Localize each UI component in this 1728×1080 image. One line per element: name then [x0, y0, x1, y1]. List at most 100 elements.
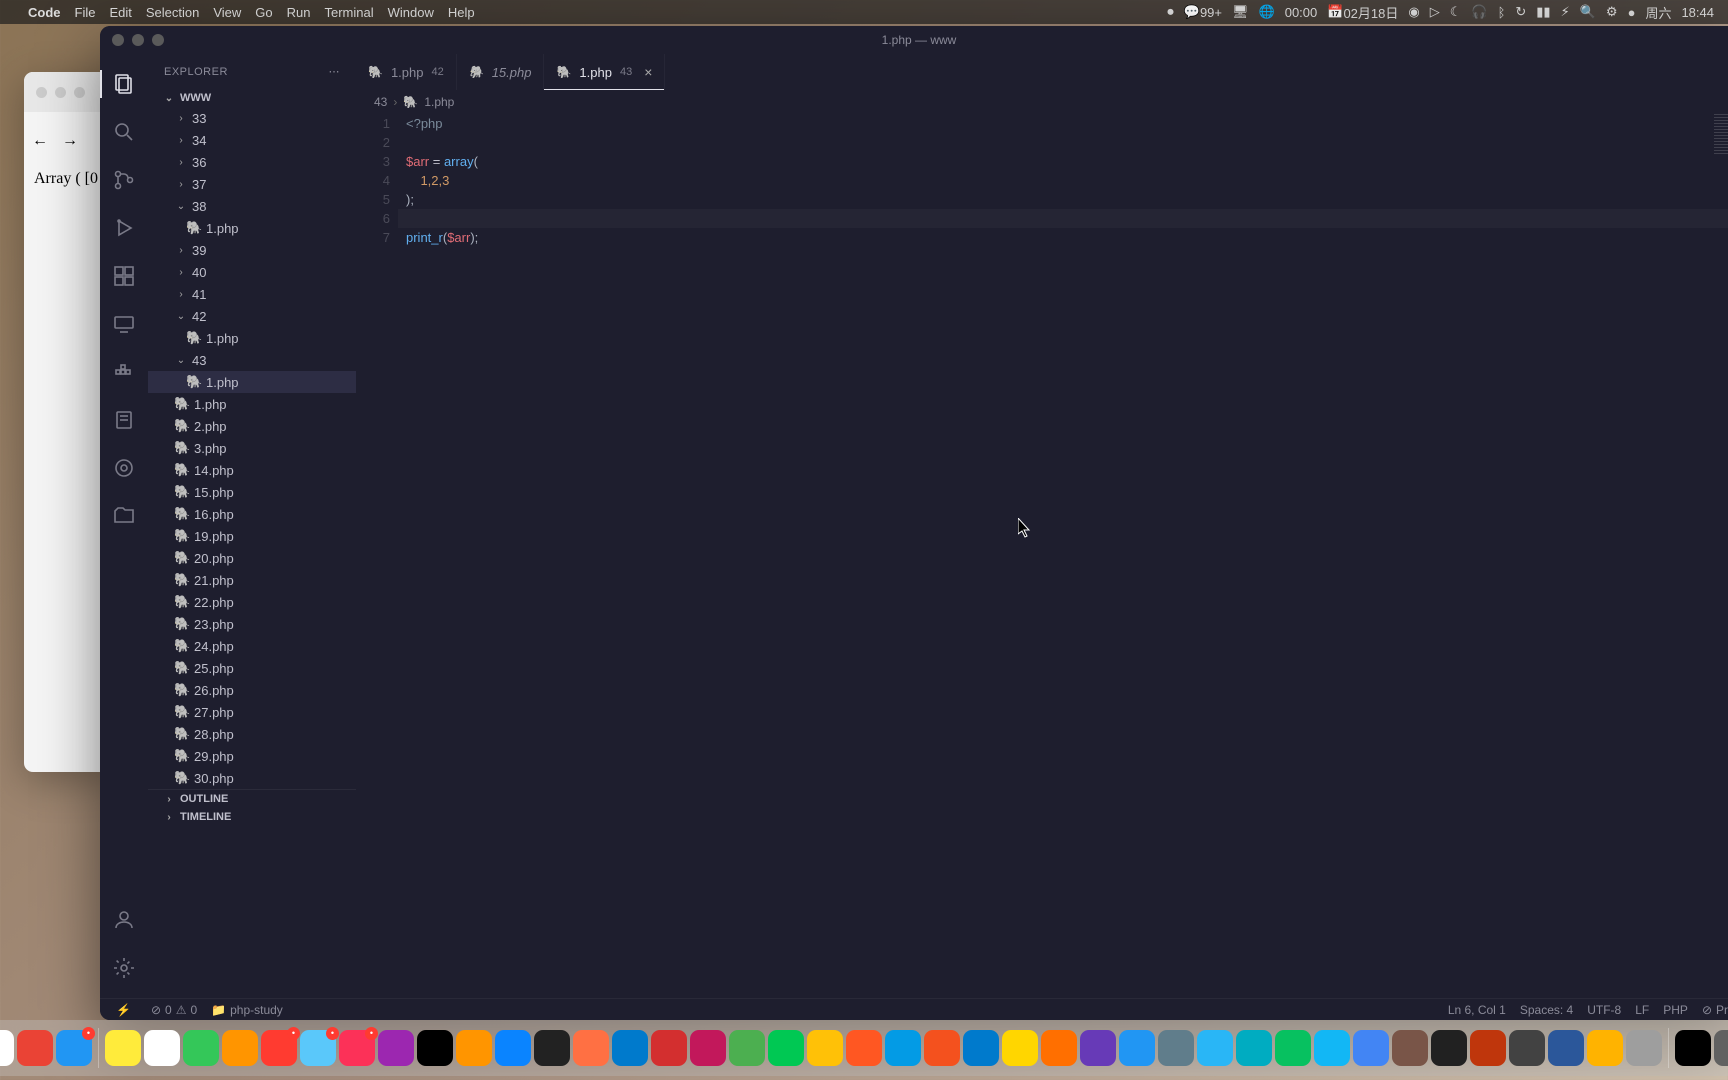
folder-41[interactable]: ›41 [148, 283, 356, 305]
activity-scm[interactable] [100, 160, 148, 200]
dock-word-icon[interactable] [1548, 1030, 1584, 1066]
tab-1php-42[interactable]: 🐘 1.php 42 [356, 54, 457, 90]
folder-39[interactable]: ›39 [148, 239, 356, 261]
activity-project[interactable] [100, 496, 148, 536]
menu-selection[interactable]: Selection [146, 5, 199, 20]
file-root-29-php[interactable]: 🐘29.php [148, 745, 356, 767]
browser-close-icon[interactable] [36, 87, 47, 98]
dock-z-icon[interactable] [1119, 1030, 1155, 1066]
folder-40[interactable]: ›40 [148, 261, 356, 283]
dock-brave-icon[interactable] [924, 1030, 960, 1066]
tab-close-icon[interactable]: × [644, 64, 652, 80]
status-encoding[interactable]: UTF-8 [1587, 1003, 1621, 1017]
file-root-27-php[interactable]: 🐘27.php [148, 701, 356, 723]
breadcrumb-folder[interactable]: 43 [374, 95, 387, 109]
dock-dark2-icon[interactable] [1509, 1030, 1545, 1066]
menu-help[interactable]: Help [448, 5, 475, 20]
dock-reminders-icon[interactable]: • [261, 1030, 297, 1066]
timeline-section[interactable]: ›TIMELINE [148, 808, 356, 826]
dock-music-icon[interactable]: • [339, 1030, 375, 1066]
status-errors[interactable]: ⊘ 0 ⚠ 0 [151, 1003, 197, 1017]
activity-search[interactable] [100, 112, 148, 152]
code-content[interactable]: <?php $arr = array( 1,2,3 ); print_r($ar… [406, 114, 1728, 998]
dock-firefox-icon[interactable] [573, 1030, 609, 1066]
status-eol[interactable]: LF [1635, 1003, 1649, 1017]
file-root-3-php[interactable]: 🐘3.php [148, 437, 356, 459]
menu-go[interactable]: Go [255, 5, 272, 20]
file-root-1-php[interactable]: 🐘1.php [148, 393, 356, 415]
dock-camera-icon[interactable] [807, 1030, 843, 1066]
dock-opera-icon[interactable] [846, 1030, 882, 1066]
activity-explorer[interactable] [100, 64, 148, 104]
activity-account[interactable] [100, 900, 148, 940]
file-root-14-php[interactable]: 🐘14.php [148, 459, 356, 481]
dock-wechat-icon[interactable] [1275, 1030, 1311, 1066]
folder-42[interactable]: ⌄42 [148, 305, 356, 327]
dock-books-icon[interactable] [456, 1030, 492, 1066]
minimap[interactable] [1708, 114, 1728, 154]
dock-red-app2-icon[interactable] [690, 1030, 726, 1066]
dock-vpn-icon[interactable] [1626, 1030, 1662, 1066]
dock-media-icon[interactable] [1392, 1030, 1428, 1066]
status-prettier[interactable]: ⊘ Pr [1702, 1003, 1728, 1017]
dock-podcasts-icon[interactable] [378, 1030, 414, 1066]
menu-window[interactable]: Window [388, 5, 434, 20]
dock-red-app-icon[interactable] [651, 1030, 687, 1066]
menu-file[interactable]: File [75, 5, 96, 20]
calendar-status[interactable]: 📅02月18日 [1327, 3, 1398, 22]
file-root-16-php[interactable]: 🐘16.php [148, 503, 356, 525]
dock-safari-icon[interactable] [885, 1030, 921, 1066]
day-label[interactable]: 周六 [1645, 3, 1671, 22]
file-root-15-php[interactable]: 🐘15.php [148, 481, 356, 503]
menu-run[interactable]: Run [287, 5, 311, 20]
clock-icon[interactable]: ↻ [1515, 4, 1526, 20]
workspace-root[interactable]: ⌄ WWW [148, 89, 356, 107]
dock-photos-icon[interactable] [222, 1030, 258, 1066]
file-root-22-php[interactable]: 🐘22.php [148, 591, 356, 613]
file-43-1php[interactable]: 🐘1.php [148, 371, 356, 393]
folder-33[interactable]: ›33 [148, 107, 356, 129]
battery-icon[interactable]: ▮▮ [1536, 4, 1550, 20]
menu-view[interactable]: View [213, 5, 241, 20]
file-root-2-php[interactable]: 🐘2.php [148, 415, 356, 437]
activity-target[interactable] [100, 448, 148, 488]
wifi-off-icon[interactable]: ⚡︎ [1561, 4, 1570, 20]
dock-dark-icon[interactable] [1431, 1030, 1467, 1066]
menu-edit[interactable]: Edit [109, 5, 131, 20]
activity-settings[interactable] [100, 948, 148, 988]
folder-38[interactable]: ⌄38 [148, 195, 356, 217]
dock-terminal-icon[interactable] [534, 1030, 570, 1066]
file-root-23-php[interactable]: 🐘23.php [148, 613, 356, 635]
dock-qq-icon[interactable] [1314, 1030, 1350, 1066]
file-root-26-php[interactable]: 🐘26.php [148, 679, 356, 701]
browser-max-icon[interactable] [74, 87, 85, 98]
siri-icon[interactable]: ● [1628, 5, 1636, 20]
explorer-more-icon[interactable]: ⋯ [329, 65, 341, 78]
dock-weather-icon[interactable] [183, 1030, 219, 1066]
moon-icon[interactable]: ☾ [1450, 4, 1462, 20]
headphones-icon[interactable]: 🎧 [1471, 4, 1487, 20]
dock-black-icon[interactable] [1675, 1030, 1711, 1066]
file-root-24-php[interactable]: 🐘24.php [148, 635, 356, 657]
file-root-21-php[interactable]: 🐘21.php [148, 569, 356, 591]
dock-vscode-alt-icon[interactable] [612, 1030, 648, 1066]
status-spaces[interactable]: Spaces: 4 [1520, 1003, 1573, 1017]
file-root-28-php[interactable]: 🐘28.php [148, 723, 356, 745]
browser-forward-icon[interactable]: → [62, 132, 78, 150]
dock-kobo-icon[interactable] [1470, 1030, 1506, 1066]
dock-mail-icon[interactable]: • [56, 1030, 92, 1066]
dock-arc-icon[interactable] [1080, 1030, 1116, 1066]
window-maximize-icon[interactable] [152, 34, 164, 46]
breadcrumb-file[interactable]: 1.php [424, 95, 454, 109]
dock-notes-icon[interactable] [105, 1030, 141, 1066]
code-editor[interactable]: 1234567 <?php $arr = array( 1,2,3 ); pri… [356, 114, 1728, 998]
folder-37[interactable]: ›37 [148, 173, 356, 195]
dock-lightning-icon[interactable] [1002, 1030, 1038, 1066]
dock-code-icon[interactable] [963, 1030, 999, 1066]
globe-icon[interactable]: 🌐 [1259, 4, 1275, 20]
menubar-app-name[interactable]: Code [28, 5, 61, 20]
search-icon[interactable]: 🔍 [1580, 4, 1596, 20]
wechat-status-icon[interactable]: 💬 99+ [1184, 4, 1222, 20]
dock-chrome-icon[interactable] [17, 1030, 53, 1066]
menu-terminal[interactable]: Terminal [325, 5, 374, 20]
